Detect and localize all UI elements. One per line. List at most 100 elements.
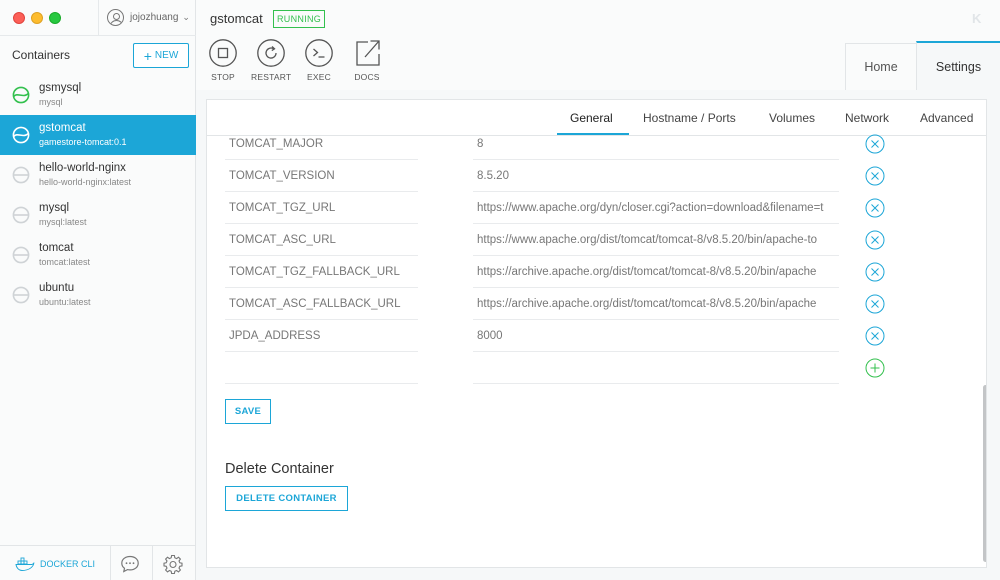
divider xyxy=(98,0,99,36)
env-value-field[interactable]: https://www.apache.org/dyn/closer.cgi?ac… xyxy=(473,192,839,224)
chevron-down-icon: ⌄ xyxy=(182,12,190,22)
remove-env-icon[interactable] xyxy=(865,198,885,218)
env-key-field[interactable]: TOMCAT_MAJOR xyxy=(225,128,418,160)
env-var-row: TOMCAT_TGZ_URL https://www.apache.org/dy… xyxy=(225,192,885,224)
kitematic-logo: K xyxy=(972,11,981,26)
remove-env-icon[interactable] xyxy=(865,134,885,154)
stopped-status-icon xyxy=(12,246,30,264)
remove-env-icon[interactable] xyxy=(865,262,885,282)
user-menu[interactable]: jojozhuang ⌄ xyxy=(107,9,190,26)
container-image: hello-world-nginx:latest xyxy=(39,177,132,187)
running-status-icon xyxy=(12,126,30,144)
zoom-window-button[interactable] xyxy=(49,12,61,24)
minimize-window-button[interactable] xyxy=(31,12,43,24)
remove-env-icon[interactable] xyxy=(865,166,885,186)
chat-icon[interactable] xyxy=(120,554,140,574)
container-title: gstomcat xyxy=(210,11,263,26)
docker-cli-label: DOCKER CLI xyxy=(39,558,95,569)
container-header: gstomcat RUNNING K STOP RESTART EXEC DOC… xyxy=(196,0,1000,90)
terminal-icon xyxy=(305,39,333,67)
env-var-row: TOMCAT_MAJOR 8 xyxy=(225,128,885,160)
sidebar-footer: DOCKER CLI xyxy=(0,545,196,580)
scrollbar[interactable] xyxy=(983,385,986,562)
env-value-field[interactable]: 8.5.20 xyxy=(473,160,839,192)
username: jojozhuang xyxy=(130,12,179,23)
user-icon xyxy=(107,9,124,26)
container-item-hello-world-nginx[interactable]: hello-world-nginx hello-world-nginx:late… xyxy=(0,155,196,195)
stop-button[interactable]: STOP xyxy=(208,38,238,82)
stop-icon xyxy=(209,39,237,67)
settings-panel: General Hostname / Ports Volumes Network… xyxy=(206,99,987,568)
running-status-icon xyxy=(12,86,30,104)
container-item-ubuntu[interactable]: ubuntu ubuntu:latest xyxy=(0,275,196,315)
container-name: gstomcat xyxy=(39,122,86,134)
tab-settings[interactable]: Settings xyxy=(916,41,1000,90)
delete-container-heading: Delete Container xyxy=(225,461,334,477)
container-name: gsmysql xyxy=(39,82,82,94)
tab-home[interactable]: Home xyxy=(845,43,916,90)
stop-label: STOP xyxy=(211,72,235,82)
remove-env-icon[interactable] xyxy=(865,326,885,346)
container-image: ubuntu:latest xyxy=(39,297,91,307)
env-var-row: TOMCAT_VERSION 8.5.20 xyxy=(225,160,885,192)
container-name: mysql xyxy=(39,202,70,214)
stopped-status-icon xyxy=(12,206,30,224)
env-var-row-new xyxy=(225,352,885,384)
env-key-field[interactable]: JPDA_ADDRESS xyxy=(225,320,418,352)
close-window-button[interactable] xyxy=(13,12,25,24)
remove-env-icon[interactable] xyxy=(865,294,885,314)
exec-button[interactable]: EXEC xyxy=(304,38,334,82)
status-badge: RUNNING xyxy=(273,10,326,28)
env-key-field[interactable]: TOMCAT_TGZ_URL xyxy=(225,192,418,224)
sidebar: jojozhuang ⌄ Containers + NEW gsmysql my… xyxy=(0,0,196,580)
container-name: ubuntu xyxy=(39,282,75,294)
gear-icon[interactable] xyxy=(163,554,183,574)
external-link-icon xyxy=(356,40,380,66)
new-container-button[interactable]: + NEW xyxy=(133,43,189,68)
container-list: gsmysql mysql gstomcat gamestore-tomcat:… xyxy=(0,75,196,315)
env-var-row: TOMCAT_TGZ_FALLBACK_URL https://archive.… xyxy=(225,256,885,288)
subtab-advanced[interactable]: Advanced xyxy=(920,100,973,136)
remove-env-icon[interactable] xyxy=(865,230,885,250)
env-key-field[interactable]: TOMCAT_VERSION xyxy=(225,160,418,192)
docs-label: DOCS xyxy=(354,72,380,82)
restart-icon xyxy=(257,39,285,67)
env-key-field[interactable]: TOMCAT_TGZ_FALLBACK_URL xyxy=(225,256,418,288)
docker-cli-button[interactable]: DOCKER CLI xyxy=(0,546,110,580)
stopped-status-icon xyxy=(12,166,30,184)
env-key-field[interactable]: TOMCAT_ASC_URL xyxy=(225,224,418,256)
container-item-gsmysql[interactable]: gsmysql mysql xyxy=(0,75,196,115)
divider xyxy=(152,546,153,580)
env-key-field[interactable]: TOMCAT_ASC_FALLBACK_URL xyxy=(225,288,418,320)
env-value-field[interactable]: 8 xyxy=(473,128,839,160)
container-name: tomcat xyxy=(39,242,74,254)
env-value-field[interactable]: https://archive.apache.org/dist/tomcat/t… xyxy=(473,256,839,288)
env-key-input[interactable] xyxy=(225,352,418,384)
env-var-row: TOMCAT_ASC_FALLBACK_URL https://archive.… xyxy=(225,288,885,320)
stopped-status-icon xyxy=(12,286,30,304)
env-var-row: JPDA_ADDRESS 8000 xyxy=(225,320,885,352)
container-image: gamestore-tomcat:0.1 xyxy=(39,137,127,147)
container-name: hello-world-nginx xyxy=(39,162,126,174)
container-item-gstomcat[interactable]: gstomcat gamestore-tomcat:0.1 xyxy=(0,115,196,155)
save-button[interactable]: SAVE xyxy=(225,399,271,424)
add-env-icon[interactable] xyxy=(865,358,885,378)
exec-label: EXEC xyxy=(307,72,331,82)
container-item-tomcat[interactable]: tomcat tomcat:latest xyxy=(0,235,196,275)
delete-container-button[interactable]: DELETE CONTAINER xyxy=(225,486,348,511)
env-value-input[interactable] xyxy=(473,352,839,384)
env-value-field[interactable]: 8000 xyxy=(473,320,839,352)
container-item-mysql[interactable]: mysql mysql:latest xyxy=(0,195,196,235)
container-image: mysql:latest xyxy=(39,217,87,227)
new-button-label: NEW xyxy=(154,50,179,61)
restart-label: RESTART xyxy=(251,72,292,82)
container-image: tomcat:latest xyxy=(39,257,91,267)
env-value-field[interactable]: https://www.apache.org/dist/tomcat/tomca… xyxy=(473,224,839,256)
divider xyxy=(110,546,111,580)
restart-button[interactable]: RESTART xyxy=(251,38,291,82)
sidebar-topbar: jojozhuang ⌄ xyxy=(0,0,196,36)
env-var-row: TOMCAT_ASC_URL https://www.apache.org/di… xyxy=(225,224,885,256)
env-value-field[interactable]: https://archive.apache.org/dist/tomcat/t… xyxy=(473,288,839,320)
containers-heading: Containers xyxy=(12,48,71,62)
docs-button[interactable]: DOCS xyxy=(352,38,382,82)
